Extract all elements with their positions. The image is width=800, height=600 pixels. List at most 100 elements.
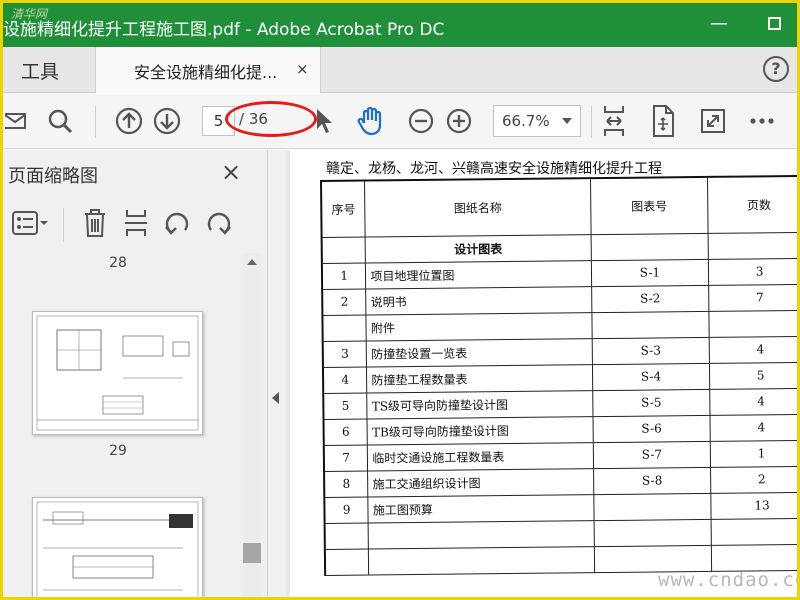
row-number: 5 xyxy=(323,392,368,419)
row-number: 1 xyxy=(321,262,367,289)
zoom-out-icon[interactable] xyxy=(407,105,435,137)
row-number xyxy=(324,522,369,549)
panel-title: 页面缩略图 xyxy=(8,166,98,187)
column-header: 序号 xyxy=(321,180,366,237)
column-header: 图纸名称 xyxy=(364,178,591,237)
panel-collapse-handle[interactable] xyxy=(268,150,286,597)
page-count: 4 xyxy=(709,335,797,363)
row-number xyxy=(322,314,367,341)
zoom-in-icon[interactable] xyxy=(445,105,473,137)
drawing-name: TS级可导向防撞垫设计图 xyxy=(367,390,593,419)
page-count: 4 xyxy=(710,413,797,441)
toolbar-divider xyxy=(591,106,592,138)
page-count: 3 xyxy=(708,257,797,285)
zoom-select[interactable]: 66.7% xyxy=(493,105,581,137)
tab-document-label: 安全设施精细化提... xyxy=(134,63,278,82)
tab-tools[interactable]: 工具 xyxy=(21,57,59,84)
section-title: 设计图表 xyxy=(365,234,591,263)
hand-icon[interactable] xyxy=(355,105,389,137)
app-window: 清华网 设施精细化提升工程施工图.pdf - Adobe Acrobat Pro… xyxy=(0,0,800,600)
row-number: 7 xyxy=(323,444,368,471)
drawing-name: 项目地理位置图 xyxy=(365,260,592,289)
row-number xyxy=(324,548,370,575)
window-title: 设施精细化提升工程施工图.pdf - Adobe Acrobat Pro DC xyxy=(3,20,445,40)
chevron-down-icon xyxy=(562,118,572,124)
row-number: 3 xyxy=(322,340,367,367)
drawing-name xyxy=(368,546,595,575)
row-number: 2 xyxy=(322,288,367,315)
panel-close-button[interactable]: × xyxy=(221,158,241,186)
drawing-code: S-4 xyxy=(592,362,710,391)
redo-icon[interactable] xyxy=(205,208,233,238)
drawing-code xyxy=(591,310,710,339)
tab-close-button[interactable]: × xyxy=(296,60,309,78)
page-count: 5 xyxy=(709,361,797,389)
page-thumbnail[interactable] xyxy=(32,311,203,435)
insert-page-icon[interactable] xyxy=(123,208,149,238)
help-button[interactable]: ? xyxy=(763,56,789,82)
document-heading: 赣定、龙杨、龙河、兴赣高速安全设施精细化提升工程 xyxy=(326,161,662,177)
toolbar-divider xyxy=(95,106,96,138)
drawing-code: S-5 xyxy=(592,388,711,417)
site-watermark-url: www.cndao.com xyxy=(658,569,797,591)
drawing-code: S-2 xyxy=(591,284,710,313)
options-icon[interactable] xyxy=(11,208,49,238)
page-count: 2 xyxy=(710,465,797,493)
row-number: 8 xyxy=(324,470,369,497)
toolbar: 5 / 36 66.7% xyxy=(3,94,797,149)
title-bar: 清华网 设施精细化提升工程施工图.pdf - Adobe Acrobat Pro… xyxy=(3,3,797,47)
page-count xyxy=(709,309,797,337)
drawing-name: 施工交通组织设计图 xyxy=(367,468,594,497)
delete-icon[interactable] xyxy=(82,208,108,238)
search-icon[interactable] xyxy=(45,105,75,137)
drawing-name: 防撞垫设置一览表 xyxy=(366,338,593,367)
drawing-code xyxy=(593,518,712,547)
column-header: 页数 xyxy=(707,175,797,233)
minimize-button[interactable]: — xyxy=(708,13,730,35)
page-count: 7 xyxy=(708,283,797,311)
thumbnail-scrollbar[interactable] xyxy=(243,253,261,597)
drawing-code: S-7 xyxy=(592,440,711,469)
page-count: 13 xyxy=(711,491,797,519)
zoom-value: 66.7% xyxy=(502,112,550,130)
drawing-index-table: 序号 图纸名称 图表号 页数 设计图表 1 项目地理位置图 S-1 3 2 说明书 S-2 7… xyxy=(320,175,797,576)
thumbnails-panel: 页面缩略图 × 28 29 xyxy=(3,150,268,597)
page-thumbnail[interactable] xyxy=(32,497,203,597)
drawing-code: S-8 xyxy=(593,466,712,495)
scroll-up-icon[interactable] xyxy=(247,259,257,265)
drawing-name: 附件 xyxy=(366,312,592,341)
full-screen-icon[interactable] xyxy=(700,105,726,137)
row-number: 9 xyxy=(324,496,369,523)
drawing-name: 施工图预算 xyxy=(368,494,594,523)
maximize-button[interactable] xyxy=(763,13,785,35)
page-count: 4 xyxy=(709,387,797,415)
page-down-icon[interactable] xyxy=(151,105,183,137)
pdf-page: 赣定、龙杨、龙河、兴赣高速安全设施精细化提升工程 序号 图纸名称 图表号 页数 … xyxy=(290,150,797,597)
rotate-page-icon[interactable] xyxy=(649,104,677,138)
mail-icon[interactable] xyxy=(5,105,27,137)
page-up-icon[interactable] xyxy=(113,105,145,137)
drawing-code: S-3 xyxy=(591,336,710,365)
more-icon[interactable] xyxy=(748,105,776,137)
tab-bar: 工具 安全设施精细化提... × ? xyxy=(3,47,797,93)
panel-divider xyxy=(63,208,64,242)
table-header-row: 序号 图纸名称 图表号 页数 xyxy=(321,175,797,237)
annotation-ellipse xyxy=(225,101,317,137)
page-count xyxy=(711,517,797,545)
tab-document[interactable]: 安全设施精细化提... × xyxy=(95,47,321,93)
document-view[interactable]: 赣定、龙杨、龙河、兴赣高速安全设施精细化提升工程 序号 图纸名称 图表号 页数 … xyxy=(286,150,797,597)
page-count: 1 xyxy=(710,439,797,467)
collapse-arrow-icon xyxy=(272,392,279,404)
thumbnail-list: 28 29 xyxy=(3,253,243,597)
scrollbar-thumb[interactable] xyxy=(243,543,261,563)
row-number: 4 xyxy=(322,366,368,393)
drawing-name: 说明书 xyxy=(366,286,592,315)
drawing-code: S-1 xyxy=(590,258,709,287)
page-count xyxy=(711,543,797,571)
page-label-29: 29 xyxy=(109,443,127,459)
drawing-code xyxy=(593,492,712,521)
thumbnail-drawing xyxy=(36,501,199,597)
fit-page-icon[interactable] xyxy=(600,103,628,139)
undo-icon[interactable] xyxy=(163,208,191,238)
row-number: 6 xyxy=(323,418,368,445)
